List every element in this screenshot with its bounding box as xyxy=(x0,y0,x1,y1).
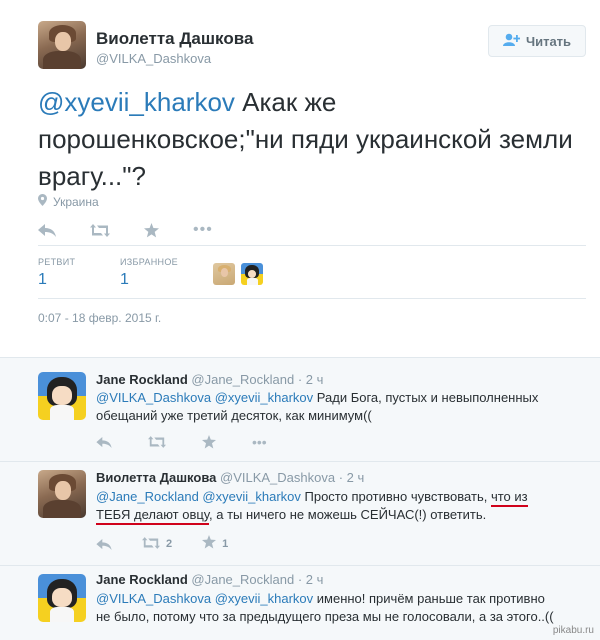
reply-text: @Jane_Rockland @xyevii_kharkov Просто пр… xyxy=(96,488,596,525)
reply-text-line: Просто противно чувствовать, xyxy=(300,489,491,504)
reply-author-handle[interactable]: @Jane_Rockland xyxy=(191,572,294,587)
retweet-icon[interactable] xyxy=(148,436,166,448)
tweet-location[interactable]: Украина xyxy=(38,194,99,209)
reply-tweet[interactable]: Jane Rockland @Jane_Rockland · 2 ч @VILK… xyxy=(0,566,600,640)
reply-header: Jane Rockland @Jane_Rockland · 2 ч xyxy=(96,572,324,587)
author-avatar[interactable] xyxy=(38,21,86,69)
tweet-timestamp[interactable]: 0:07 - 18 февр. 2015 г. xyxy=(38,311,161,325)
reply-icon[interactable] xyxy=(38,223,56,237)
reply-author-name[interactable]: Jane Rockland xyxy=(96,372,188,387)
favorite-button[interactable]: 1 xyxy=(202,535,228,553)
main-tweet: Виолетта Дашкова @VILKA_Dashkova Читать … xyxy=(0,0,600,345)
reply-time[interactable]: 2 ч xyxy=(306,372,324,387)
author-handle[interactable]: @VILKA_Dashkova xyxy=(96,51,211,66)
retweet-icon xyxy=(142,536,160,553)
reply-text-line: , а ты ничего не можешь СЕЙЧАС(!) ответи… xyxy=(209,507,487,522)
author-name[interactable]: Виолетта Дашкова xyxy=(96,29,253,49)
reply-author-handle[interactable]: @Jane_Rockland xyxy=(191,372,294,387)
divider xyxy=(38,245,586,246)
more-icon[interactable]: ••• xyxy=(193,221,213,239)
reply-text: @VILKA_Dashkova @xyevii_kharkov именно! … xyxy=(96,590,596,626)
reply-text-line: Ради Бога, пустых и невыполненных xyxy=(313,390,539,405)
reply-avatar[interactable] xyxy=(38,372,86,420)
reply-time[interactable]: 2 ч xyxy=(347,470,365,485)
location-label: Украина xyxy=(53,194,99,209)
favorite-count: 1 xyxy=(222,538,229,550)
reply-tweet[interactable]: Виолетта Дашкова @VILKA_Dashkova · 2 ч @… xyxy=(0,462,600,562)
tweet-text: @xyevii_kharkov Акак же порошенковское;"… xyxy=(38,84,578,195)
retweet-button[interactable]: 2 xyxy=(142,536,172,553)
reply-icon[interactable] xyxy=(96,436,112,448)
reply-author-handle[interactable]: @VILKA_Dashkova xyxy=(220,470,335,485)
favorites-label: ИЗБРАННОЕ xyxy=(120,257,178,267)
retweet-icon[interactable] xyxy=(90,223,110,237)
divider xyxy=(38,298,586,299)
reply-mentions[interactable]: @Jane_Rockland @xyevii_kharkov xyxy=(96,489,301,504)
favoriter-avatar[interactable] xyxy=(213,263,235,285)
reply-author-name[interactable]: Jane Rockland xyxy=(96,572,188,587)
annotation-underline: что из xyxy=(490,489,528,507)
add-user-icon xyxy=(502,33,521,49)
follow-button[interactable]: Читать xyxy=(488,25,586,57)
retweets-label: РЕТВИТ xyxy=(38,257,76,267)
star-icon[interactable] xyxy=(144,222,159,238)
reply-avatar[interactable] xyxy=(38,470,86,518)
location-pin-icon xyxy=(38,194,47,209)
reply-header: Виолетта Дашкова @VILKA_Dashkova · 2 ч xyxy=(96,470,365,485)
replies-list: Jane Rockland @Jane_Rockland · 2 ч @VILK… xyxy=(0,358,600,640)
star-icon[interactable] xyxy=(202,435,216,449)
follow-label: Читать xyxy=(525,33,572,49)
reply-tweet[interactable]: Jane Rockland @Jane_Rockland · 2 ч @VILK… xyxy=(0,358,600,460)
tweet-actions: ••• xyxy=(38,221,213,239)
reply-mentions[interactable]: @VILKA_Dashkova @xyevii_kharkov xyxy=(96,390,313,405)
tweet-mention[interactable]: @xyevii_kharkov xyxy=(38,87,235,117)
reply-avatar[interactable] xyxy=(38,574,86,622)
more-icon[interactable]: ••• xyxy=(252,434,267,450)
reply-actions: ••• xyxy=(96,434,267,450)
reply-text-line: обещаний уже третий десяток, как минимум… xyxy=(96,408,372,423)
annotation-underline: ТЕБЯ делают овцу xyxy=(96,507,210,525)
reply-author-name[interactable]: Виолетта Дашкова xyxy=(96,470,216,485)
reply-icon[interactable] xyxy=(96,538,112,550)
retweet-count: 2 xyxy=(166,538,173,550)
favoriter-avatar[interactable] xyxy=(241,263,263,285)
reply-header: Jane Rockland @Jane_Rockland · 2 ч xyxy=(96,372,324,387)
reply-text: @VILKA_Dashkova @xyevii_kharkov Ради Бог… xyxy=(96,389,596,425)
reply-actions: 2 1 xyxy=(96,535,228,553)
watermark: pikabu.ru xyxy=(552,625,594,636)
reply-time[interactable]: 2 ч xyxy=(306,572,324,587)
reply-text-line: именно! причём раньше так противно xyxy=(313,591,545,606)
reply-mentions[interactable]: @VILKA_Dashkova @xyevii_kharkov xyxy=(96,591,313,606)
reply-text-line: не было, потому что за предыдущего преза… xyxy=(96,609,554,624)
favorites-count[interactable]: 1 xyxy=(120,271,129,289)
retweets-count[interactable]: 1 xyxy=(38,271,47,289)
star-icon xyxy=(202,535,217,553)
